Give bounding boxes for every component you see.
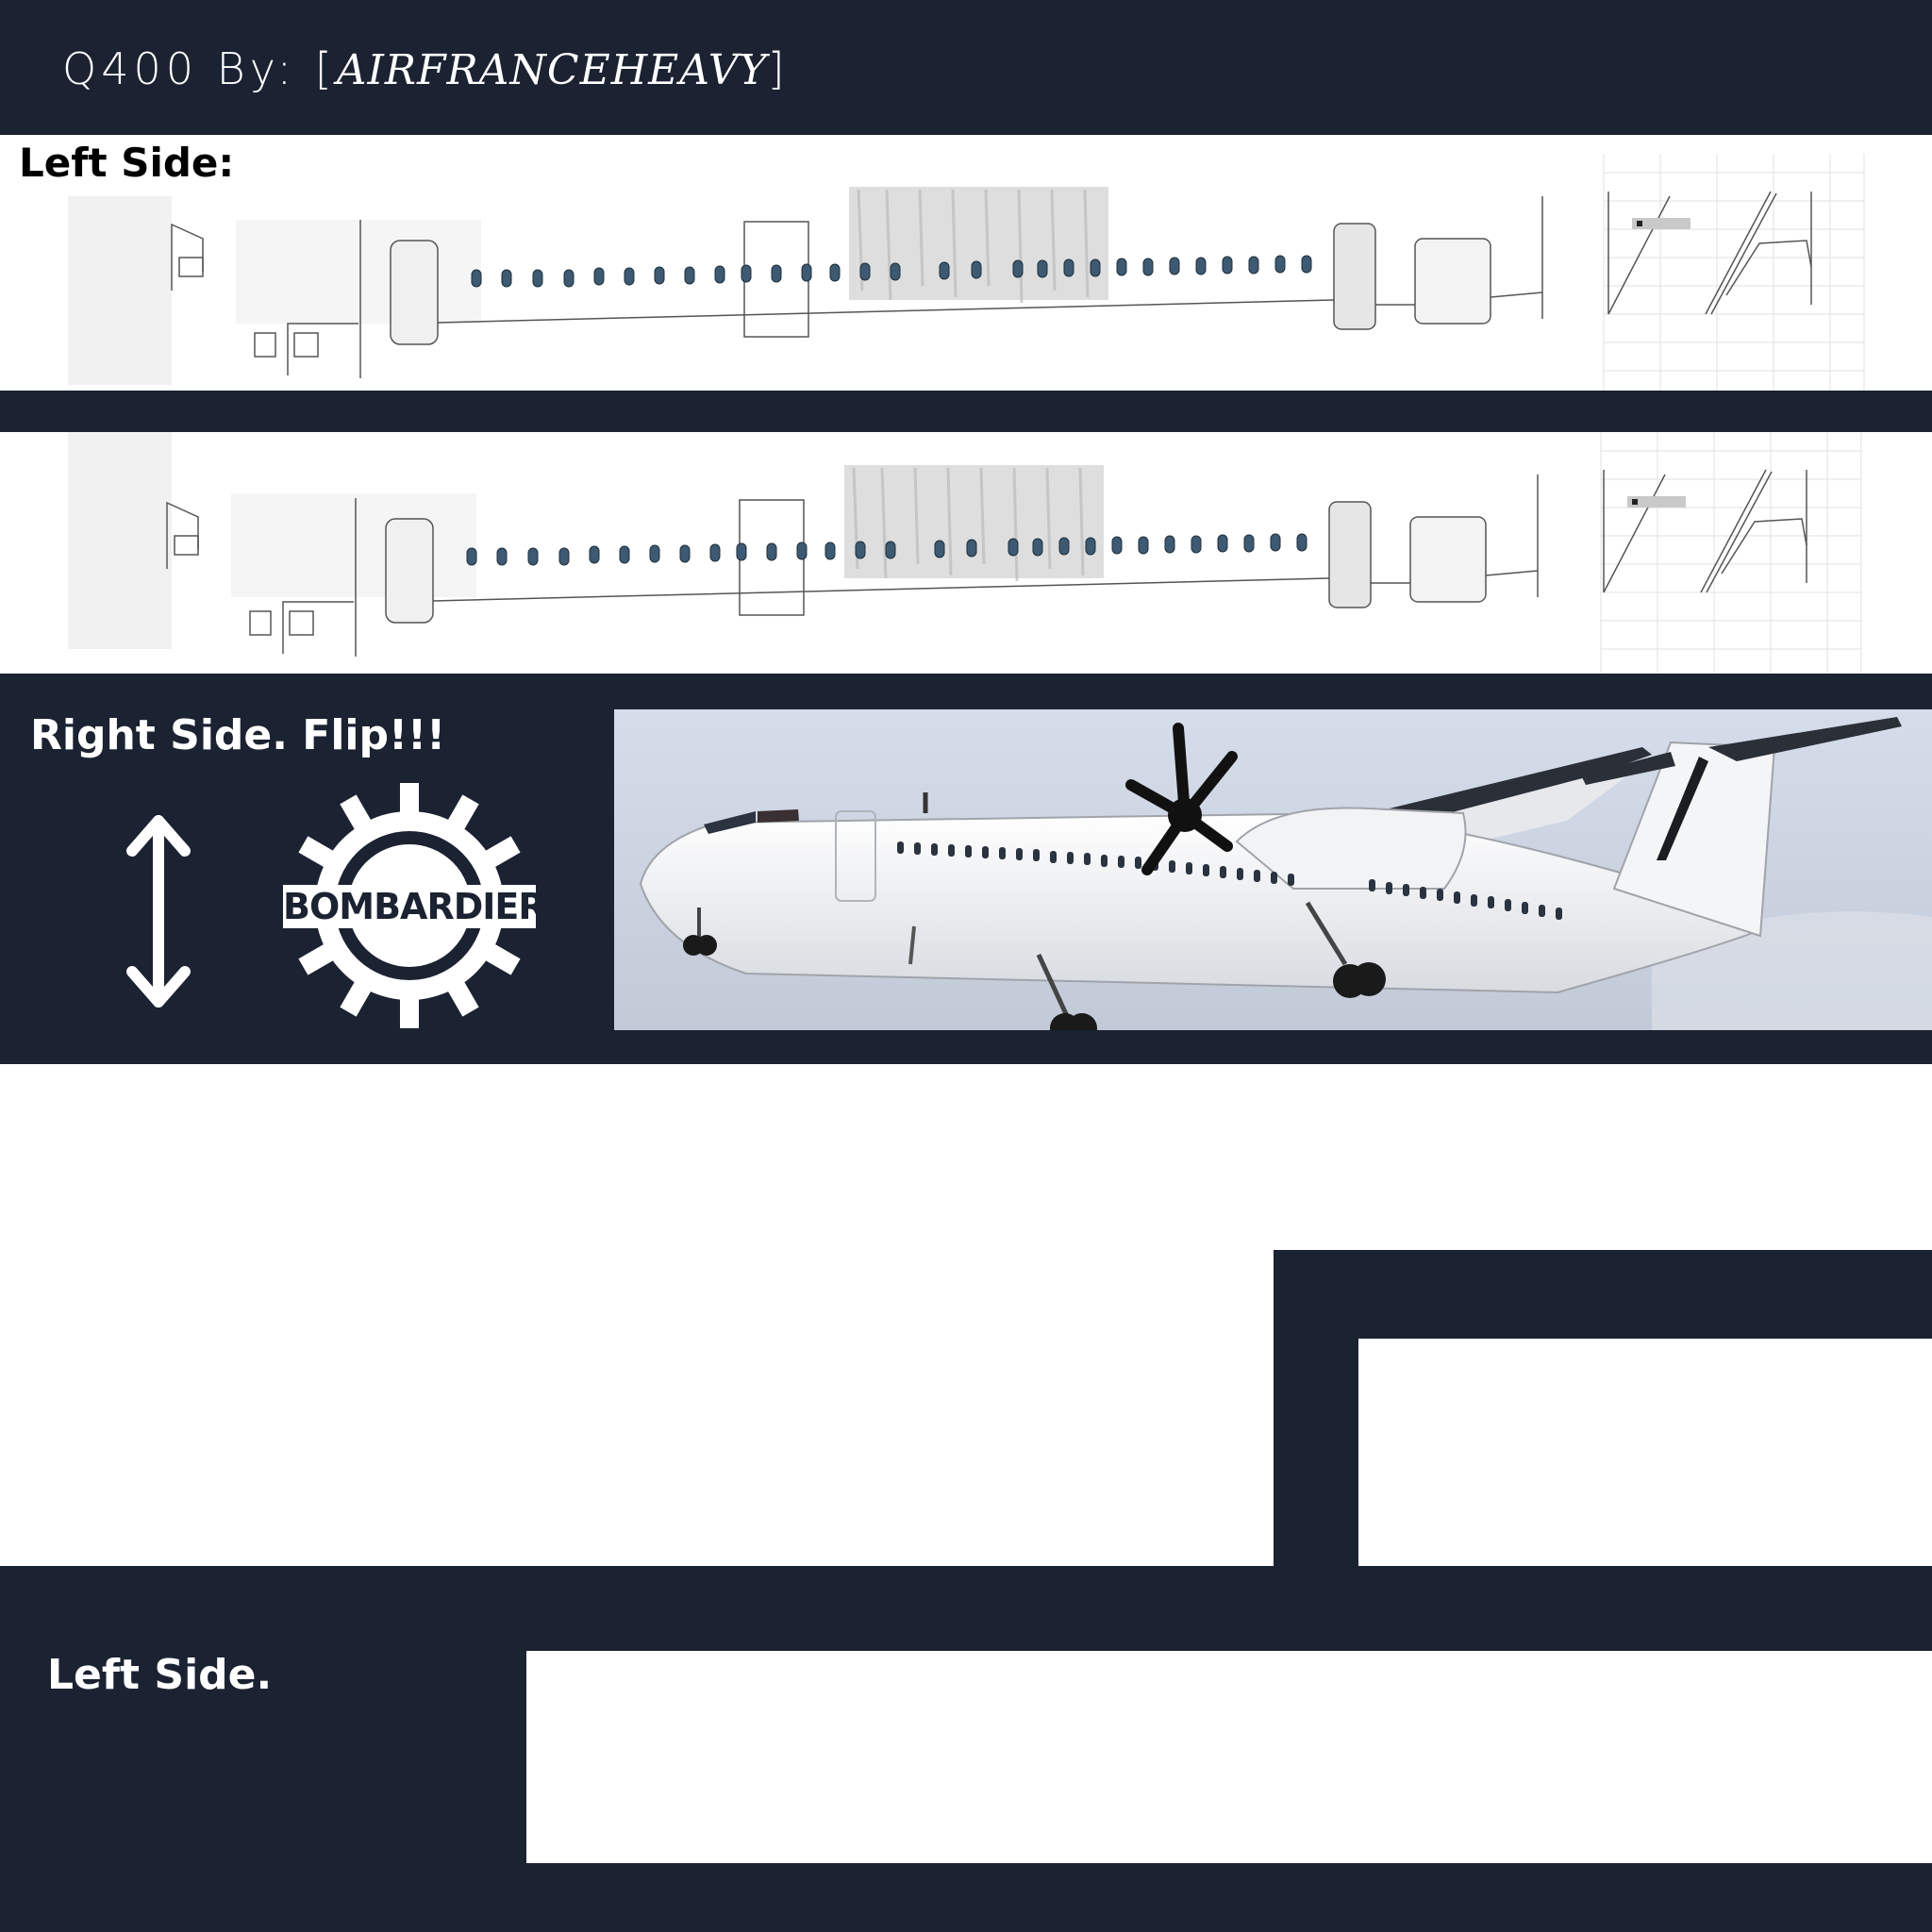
separator-bar xyxy=(0,391,1932,432)
title-suffix: ] xyxy=(767,43,790,94)
bottom-step-band xyxy=(1274,1250,1932,1339)
livery-template-right xyxy=(68,432,1862,674)
page-title: Q400 By: [AIRFRANCEHEAVY] xyxy=(62,43,790,94)
bombardier-logo: BOMBARDIER xyxy=(283,783,546,1028)
vertical-double-arrow-icon xyxy=(126,815,191,1008)
bottom-template-area xyxy=(526,1651,1932,1863)
right-side-flip-label: Right Side. Flip!!! xyxy=(30,711,446,759)
livery-template-left xyxy=(68,154,1865,391)
title-prefix: Q400 By: [ xyxy=(62,43,337,94)
author-name: AIRFRANCEHEAVY xyxy=(336,46,768,94)
q400-aircraft-photo xyxy=(614,709,1932,1030)
left-side-bottom-label: Left Side. xyxy=(47,1651,273,1699)
bombardier-logo-text: BOMBARDIER xyxy=(283,886,546,927)
bottom-step-lower xyxy=(1274,1566,1358,1651)
